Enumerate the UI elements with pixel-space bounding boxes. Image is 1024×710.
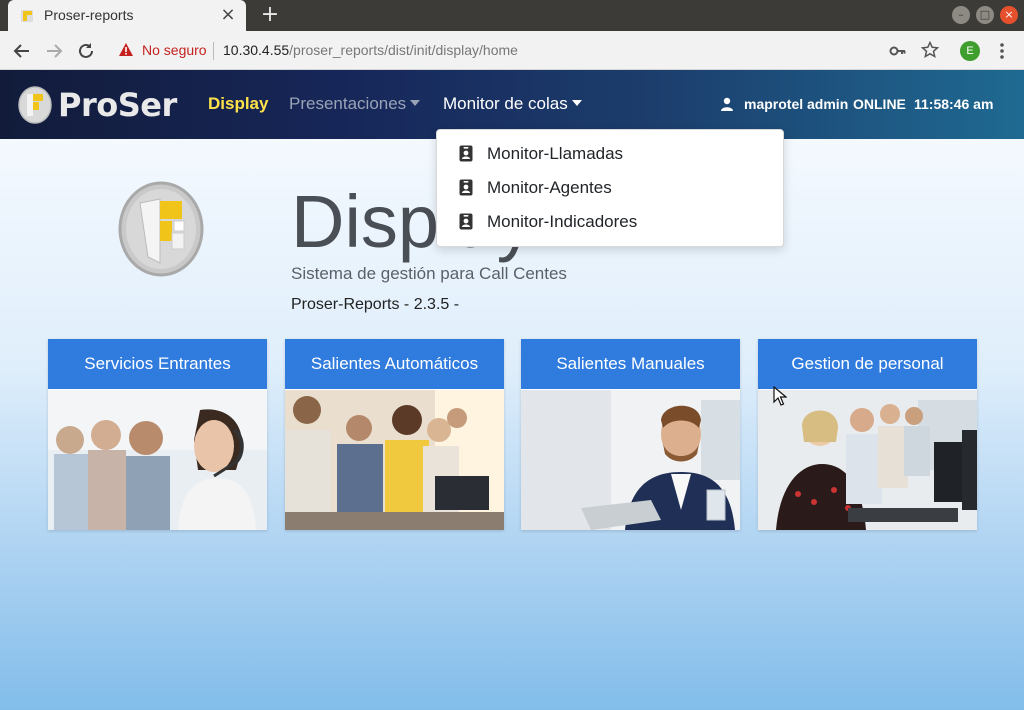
card-servicios-entrantes[interactable]: Servicios Entrantes <box>48 339 267 530</box>
monitor-dropdown-menu: Monitor-Llamadas Monitor-Agentes Monitor… <box>436 129 784 247</box>
menu-item-monitor-indicadores[interactable]: Monitor-Indicadores <box>437 205 783 239</box>
url-path: /proser_reports/dist/init/display/home <box>289 42 518 58</box>
brand-logo-text[interactable]: ProSer <box>58 86 177 124</box>
user-name[interactable]: maprotel admin <box>744 96 848 112</box>
inbound-agents-photo <box>48 390 267 530</box>
menu-item-monitor-llamadas[interactable]: Monitor-Llamadas <box>437 137 783 171</box>
card-title[interactable]: Gestion de personal <box>758 339 977 389</box>
user-status-label: ONLINE <box>853 96 906 112</box>
window-maximize-button[interactable]: □ <box>976 6 994 24</box>
nav-presentaciones-label: Presentaciones <box>289 94 407 113</box>
card-salientes-automaticos[interactable]: Salientes Automáticos <box>285 339 504 530</box>
chevron-down-icon <box>571 100 582 107</box>
card-salientes-manuales[interactable]: Salientes Manuales <box>521 339 740 530</box>
forward-arrow-icon[interactable] <box>42 39 66 63</box>
id-badge-icon <box>459 145 473 162</box>
browser-toolbar: No seguro 10.30.4.55/proser_reports/dist… <box>0 31 1024 70</box>
tab-title: Proser-reports <box>44 7 134 23</box>
back-arrow-icon[interactable] <box>10 39 34 63</box>
tab-close-icon[interactable]: × <box>218 4 238 26</box>
menu-item-label: Monitor-Llamadas <box>487 144 624 163</box>
outbound-automatic-agents-photo <box>285 390 504 530</box>
nav-monitor-dropdown[interactable]: Monitor de colas <box>443 94 582 114</box>
key-icon[interactable] <box>889 42 907 60</box>
outbound-manual-agent-photo <box>521 390 740 530</box>
warning-triangle-icon[interactable] <box>118 42 134 58</box>
card-title[interactable]: Servicios Entrantes <box>48 339 267 389</box>
clock-time: 11:58:46 am <box>914 96 994 112</box>
profile-avatar[interactable]: E <box>960 41 980 61</box>
mouse-cursor-icon <box>773 386 787 406</box>
proser-favicon-icon <box>21 10 33 22</box>
security-status-label[interactable]: No seguro <box>142 42 207 58</box>
bookmark-star-icon[interactable] <box>921 41 939 59</box>
browser-titlebar: Proser-reports × + – □ × <box>0 0 1024 31</box>
id-badge-icon <box>459 179 473 196</box>
proser-large-logo-icon <box>118 181 204 277</box>
new-tab-button[interactable]: + <box>258 2 282 28</box>
browser-menu-icon[interactable] <box>994 41 1010 61</box>
nav-presentaciones-dropdown[interactable]: Presentaciones <box>289 94 421 114</box>
staff-management-photo <box>758 390 977 530</box>
nav-display-link[interactable]: Display <box>208 94 268 114</box>
menu-item-monitor-agentes[interactable]: Monitor-Agentes <box>437 171 783 205</box>
url-host: 10.30.4.55 <box>223 42 290 58</box>
page-subtitle: Sistema de gestión para Call Centes <box>291 264 567 283</box>
window-minimize-button[interactable]: – <box>952 6 970 24</box>
user-icon <box>721 97 733 111</box>
browser-tab[interactable]: Proser-reports × <box>8 0 246 31</box>
id-badge-icon <box>459 213 473 230</box>
address-bar[interactable]: 10.30.4.55/proser_reports/dist/init/disp… <box>223 42 518 58</box>
menu-item-label: Monitor-Agentes <box>487 178 612 197</box>
chevron-down-icon <box>410 100 421 107</box>
proser-logo-icon[interactable] <box>18 86 52 124</box>
url-separator <box>213 42 214 60</box>
nav-monitor-label: Monitor de colas <box>443 94 568 113</box>
window-close-button[interactable]: × <box>1000 6 1018 24</box>
menu-item-label: Monitor-Indicadores <box>487 212 638 231</box>
card-title[interactable]: Salientes Automáticos <box>285 339 504 389</box>
card-title[interactable]: Salientes Manuales <box>521 339 740 389</box>
reload-icon[interactable] <box>74 39 98 63</box>
card-gestion-de-personal[interactable]: Gestion de personal <box>758 339 977 530</box>
app-version: Proser-Reports - 2.3.5 - <box>291 296 460 313</box>
